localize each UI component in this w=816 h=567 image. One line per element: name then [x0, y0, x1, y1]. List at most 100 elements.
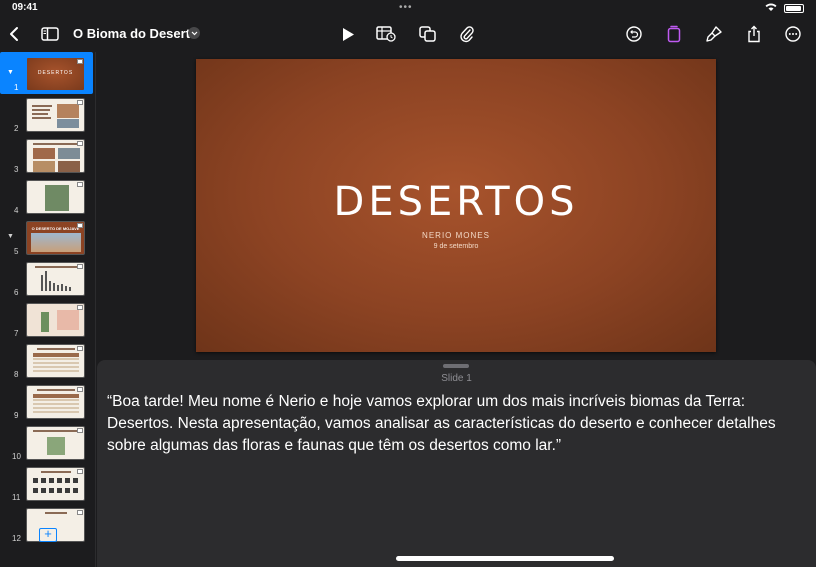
table-icon: [376, 26, 396, 42]
back-button[interactable]: [6, 20, 22, 48]
thumbnail-image: [33, 161, 55, 172]
share-button[interactable]: [745, 20, 763, 48]
thumbnail-text-line: [32, 105, 52, 107]
slide-thumbnail[interactable]: [26, 385, 85, 419]
brush-button[interactable]: [704, 20, 724, 48]
thumbnail-bar: [69, 287, 71, 291]
thumbnail-text-line: [33, 143, 79, 145]
slide-thumbnail[interactable]: [26, 139, 85, 173]
presenter-notes-text[interactable]: “Boa tarde! Meu nome é Nerio e hoje vamo…: [107, 391, 797, 457]
thumbnail-text-line: [41, 471, 71, 473]
thumbnail-image: [57, 119, 79, 128]
slide-thumbnail[interactable]: O DESERTO DE MOJAVE: [26, 221, 85, 255]
thumbnail-image: [57, 310, 79, 330]
thumbnail-image: [33, 148, 55, 159]
thumbnail-image: [47, 437, 65, 455]
slide-number: 10: [12, 452, 21, 461]
more-button[interactable]: [784, 20, 802, 48]
shapes-button[interactable]: [418, 20, 438, 48]
slide[interactable]: DESERTOS NERIO MONES 9 de setembro: [196, 59, 716, 352]
slide-number: 11: [12, 493, 21, 502]
thumbnail-text-line: [45, 512, 67, 514]
notes-grabber[interactable]: [443, 364, 469, 368]
slide-author[interactable]: NERIO MONES: [196, 231, 716, 240]
presenter-note-indicator-icon: [77, 182, 83, 187]
add-slide-button[interactable]: +: [39, 526, 57, 542]
home-indicator[interactable]: [396, 556, 614, 561]
thumbnail-image: [57, 488, 62, 493]
thumbnail-text-line: [37, 389, 75, 391]
thumbnail-image: [41, 478, 46, 483]
slide-thumbnail[interactable]: [26, 98, 85, 132]
presenter-note-indicator-icon: [77, 346, 83, 351]
toolbar: O Bioma do Deserto: [0, 16, 816, 52]
thumbnail-image: [33, 399, 79, 401]
thumbnail-bar: [41, 275, 43, 291]
slide-canvas: DESERTOS NERIO MONES 9 de setembro: [97, 52, 816, 362]
presenter-note-indicator-icon: [77, 469, 83, 474]
presenter-note-indicator-icon: [77, 305, 83, 310]
presenter-note-indicator-icon: [77, 59, 83, 64]
table-button[interactable]: [375, 20, 397, 48]
thumbnail-text-line: [35, 266, 77, 268]
slide-date[interactable]: 9 de setembro: [196, 243, 716, 250]
thumbnail-title: O DESERTO DE MOJAVE: [31, 226, 80, 231]
document-title[interactable]: O Bioma do Deserto: [73, 26, 198, 41]
wifi-icon: [764, 2, 778, 15]
presenter-note-indicator-icon: [77, 264, 83, 269]
thumbnail-image: [33, 370, 79, 372]
thumbnail-bar: [57, 285, 59, 291]
thumbnail-image: [41, 488, 46, 493]
slide-thumbnail[interactable]: [26, 262, 85, 296]
thumbnail-bar: [45, 271, 47, 291]
slide-title[interactable]: DESERTOS: [196, 179, 716, 225]
slide-thumbnail[interactable]: [26, 344, 85, 378]
thumbnail-image: [41, 312, 49, 332]
play-button[interactable]: [340, 20, 356, 48]
multitasking-dots[interactable]: •••: [399, 2, 413, 13]
sidebar-toggle-button[interactable]: [40, 20, 60, 48]
disclosure-triangle-icon[interactable]: ▼: [7, 69, 14, 76]
thumbnail-image: [33, 488, 38, 493]
slide-thumbnail[interactable]: [26, 426, 85, 460]
thumbnail-image: [58, 161, 80, 172]
plus-icon: +: [44, 526, 52, 541]
thumbnail-image: [73, 478, 78, 483]
thumbnail-image: [33, 411, 79, 413]
presenter-note-indicator-icon: [77, 141, 83, 146]
slide-thumbnail[interactable]: [26, 303, 85, 337]
thumbnail-image: [65, 488, 70, 493]
presenter-note-indicator-icon: [77, 428, 83, 433]
ellipsis-circle-icon: [785, 26, 801, 42]
thumbnail-image: [33, 353, 79, 357]
slide-thumbnail[interactable]: DESERTOS: [26, 57, 85, 91]
thumbnail-text-line: [33, 430, 79, 432]
thumbnail-image: [49, 478, 54, 483]
thumbnail-image: [33, 362, 79, 364]
presenter-note-indicator-icon: [77, 223, 83, 228]
thumbnail-bar: [53, 283, 55, 291]
thumbnail-image: [57, 478, 62, 483]
thumbnail-image: [33, 407, 79, 409]
disclosure-triangle-icon[interactable]: ▼: [7, 233, 14, 240]
slide-thumbnail[interactable]: [26, 180, 85, 214]
chevron-down-icon: [191, 31, 197, 35]
slide-thumbnail[interactable]: [26, 467, 85, 501]
presenter-notes-panel: Slide 1 “Boa tarde! Meu nome é Nerio e h…: [97, 360, 816, 567]
paperclip-icon: [460, 26, 474, 43]
shapes-icon: [419, 26, 436, 42]
thumbnail-text-line: [32, 113, 48, 115]
play-icon: [342, 27, 354, 41]
attach-button[interactable]: [458, 20, 476, 48]
title-menu-button[interactable]: [188, 27, 200, 39]
thumbnail-image: [65, 478, 70, 483]
format-button[interactable]: [665, 20, 683, 48]
thumbnail-image: [58, 148, 80, 159]
thumbnail-text-line: [32, 109, 50, 111]
undo-button[interactable]: [625, 20, 643, 48]
presenter-note-indicator-icon: [77, 510, 83, 515]
thumbnail-text-line: [32, 117, 51, 119]
chevron-left-icon: [10, 27, 18, 41]
thumbnail-image: [33, 366, 79, 368]
slide-navigator: ▼ 1 DESERTOS 2 3 4 ▼ 5 O DESERTO DE MOJAVE 6 7 8 9 10…: [0, 52, 96, 567]
